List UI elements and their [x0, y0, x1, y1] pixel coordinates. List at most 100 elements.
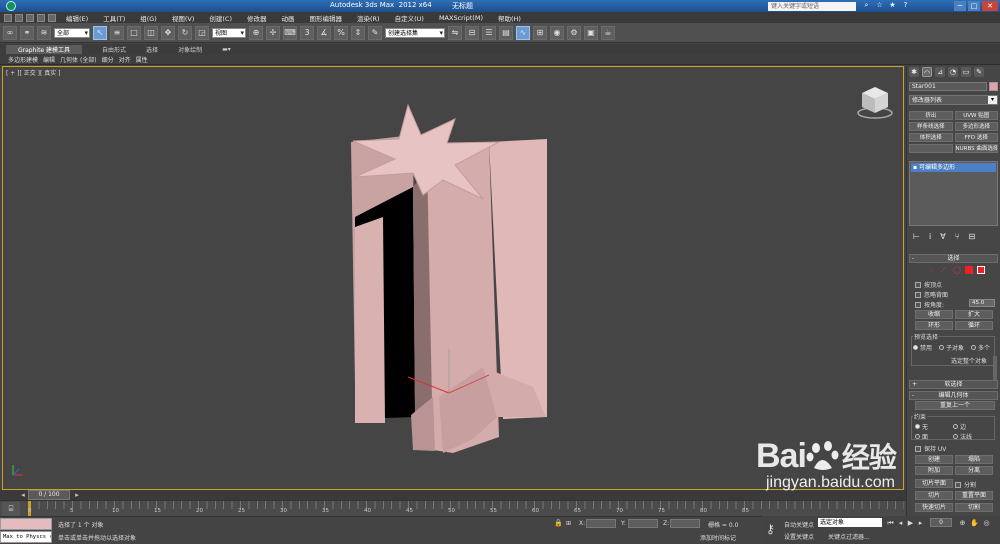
grow-button[interactable]: 扩大	[955, 310, 993, 319]
pivot-icon[interactable]: ⊕	[249, 25, 263, 40]
keyboard-shortcut-icon[interactable]: ⌨	[283, 25, 297, 40]
by-vertex-checkbox[interactable]: 按顶点	[915, 280, 942, 289]
viewport-perspective[interactable]: [ + ][ 正交 ][ 真实 ]	[2, 66, 904, 490]
render-production-icon[interactable]: ☕	[601, 25, 615, 40]
blank-button[interactable]	[909, 144, 953, 153]
menu-customize[interactable]: 自定义(U)	[395, 13, 424, 23]
display-tab-icon[interactable]: ▭	[961, 67, 971, 77]
tab-graphite[interactable]: Graphite 建模工具	[6, 44, 83, 54]
track-bar[interactable]: ⌸ 0 5 10 15 20 25 30 35 40 45 50 55 60 6…	[0, 500, 906, 516]
set-key-button[interactable]: 设置关键点	[784, 532, 814, 541]
object-color-swatch[interactable]	[989, 82, 998, 91]
undo-icon[interactable]	[37, 13, 45, 22]
border-icon[interactable]: ◯	[953, 266, 961, 274]
rect-region-icon[interactable]: □	[127, 25, 141, 40]
maximize-button[interactable]: □	[968, 1, 980, 11]
add-time-tag[interactable]: 添加时间标记	[700, 533, 736, 542]
extrude-button[interactable]: 挤出	[909, 111, 953, 120]
rotate-icon[interactable]: ↻	[178, 25, 192, 40]
make-unique-icon[interactable]: ∀	[940, 232, 945, 241]
uvw-map-button[interactable]: UVW 贴图	[954, 111, 998, 120]
ring-button[interactable]: 环形	[915, 321, 953, 330]
menu-tools[interactable]: 工具(T)	[103, 13, 125, 23]
constraint-edge-radio[interactable]: 边	[953, 422, 966, 431]
current-frame-field[interactable]: 0	[930, 518, 952, 527]
prev-frame-icon[interactable]: ◂	[18, 490, 28, 500]
stack-item-editable-poly[interactable]: ▪ 可编辑多边形	[911, 163, 996, 172]
edit-named-sel-icon[interactable]: ✎	[368, 25, 382, 40]
motion-tab-icon[interactable]: ◔	[948, 67, 958, 77]
configure-sets-icon[interactable]: ⊟	[969, 232, 976, 241]
star-icon[interactable]: ★	[888, 1, 897, 10]
split-checkbox[interactable]: 分割	[955, 480, 976, 489]
polygon-icon[interactable]	[965, 266, 973, 274]
curve-editor-icon[interactable]: ∿	[516, 25, 530, 40]
app-logo-icon[interactable]	[0, 0, 22, 12]
panel-geometry[interactable]: 几何体 (全部)	[60, 55, 97, 64]
hierarchy-tab-icon[interactable]: ⊿	[935, 67, 945, 77]
collapse-button[interactable]: 塌陷	[955, 455, 993, 464]
tab-freeform[interactable]: 自由形式	[102, 45, 126, 54]
modifier-stack[interactable]: ▪ 可编辑多边形	[909, 161, 998, 226]
unlink-icon[interactable]: ⚭	[20, 25, 34, 40]
vertex-icon[interactable]: ∴	[929, 266, 937, 274]
key-filters-button[interactable]: 关键点过滤器...	[828, 532, 870, 541]
link-icon[interactable]: ∞	[3, 25, 17, 40]
percent-snap-icon[interactable]: %	[334, 25, 348, 40]
maxscript-input[interactable]: Max to Physcs (	[0, 531, 52, 543]
utilities-tab-icon[interactable]: ✎	[974, 67, 984, 77]
panel-align[interactable]: 对齐	[119, 55, 131, 64]
soft-selection-rollout-header[interactable]: + 软选择	[909, 380, 998, 389]
element-icon[interactable]	[977, 266, 985, 274]
search-input[interactable]: 键入关键字或短语	[768, 2, 856, 11]
help-icon[interactable]: ?	[901, 1, 910, 10]
x-coordinate-field[interactable]	[586, 519, 616, 528]
ignore-backfacing-checkbox[interactable]: 忽略背面	[915, 290, 948, 299]
angle-spinner[interactable]: 45.0	[969, 299, 995, 307]
shrink-button[interactable]: 收缩	[915, 310, 953, 319]
save-icon[interactable]	[26, 13, 34, 22]
close-button[interactable]: ✕	[982, 1, 998, 11]
bind-spacewarp-icon[interactable]: ≋	[37, 25, 51, 40]
panel-properties[interactable]: 属性	[136, 55, 148, 64]
next-key-icon[interactable]: ▸	[916, 519, 925, 527]
menu-rendering[interactable]: 渲染(R)	[357, 13, 380, 23]
ribbon-options-icon[interactable]: ▬▾	[222, 46, 231, 53]
next-frame-icon[interactable]: ▸	[72, 490, 82, 500]
mirror-icon[interactable]: ⇋	[448, 25, 462, 40]
constraint-none-radio[interactable]: 无	[915, 422, 928, 431]
open-icon[interactable]	[15, 13, 23, 22]
menu-graph-editors[interactable]: 图形编辑器	[310, 13, 343, 23]
remove-modifier-icon[interactable]: ⑂	[955, 232, 960, 241]
go-to-start-icon[interactable]: ⏮	[886, 519, 895, 527]
graphite-toggle-icon[interactable]: ▤	[499, 25, 513, 40]
search-icon[interactable]: ⌕	[862, 1, 871, 10]
pan-icon[interactable]: ✋	[970, 519, 979, 527]
auto-key-button[interactable]: 自动关键点	[784, 520, 814, 529]
key-target-select[interactable]: 选定对象	[818, 518, 882, 527]
y-coordinate-field[interactable]	[628, 519, 658, 528]
quickslice-button[interactable]: 快速切片	[915, 503, 953, 512]
tab-object-paint[interactable]: 对象绘制	[178, 45, 202, 54]
select-object-icon[interactable]: ↖	[93, 25, 107, 40]
reference-coord-select[interactable]: 视图	[212, 27, 246, 38]
spline-select-button[interactable]: 样条线选择	[909, 122, 953, 131]
named-selection-select[interactable]: 创建选择集	[385, 27, 445, 38]
zoom-extents-icon[interactable]: ⊕	[958, 519, 967, 527]
selection-rollout-header[interactable]: - 选择	[909, 254, 998, 263]
menu-help[interactable]: 帮助(H)	[498, 13, 521, 23]
constraint-normal-radio[interactable]: 法线	[953, 432, 972, 441]
angle-snap-icon[interactable]: ∡	[317, 25, 331, 40]
select-by-name-icon[interactable]: ≡	[110, 25, 124, 40]
viewcube-icon[interactable]	[855, 83, 895, 123]
abs-mode-icon[interactable]: ⊞	[566, 520, 571, 527]
redo-icon[interactable]	[48, 13, 56, 22]
set-key-icon[interactable]: ⚷	[766, 522, 775, 536]
preview-multi-radio[interactable]: 多个	[971, 343, 990, 352]
panel-subdivision[interactable]: 细分	[102, 55, 114, 64]
detach-button[interactable]: 分离	[955, 466, 993, 475]
move-icon[interactable]: ✥	[161, 25, 175, 40]
mini-curve-editor-icon[interactable]: ⌸	[2, 502, 20, 516]
lock-selection-icon[interactable]: 🔒	[554, 519, 563, 527]
material-editor-icon[interactable]: ◉	[550, 25, 564, 40]
